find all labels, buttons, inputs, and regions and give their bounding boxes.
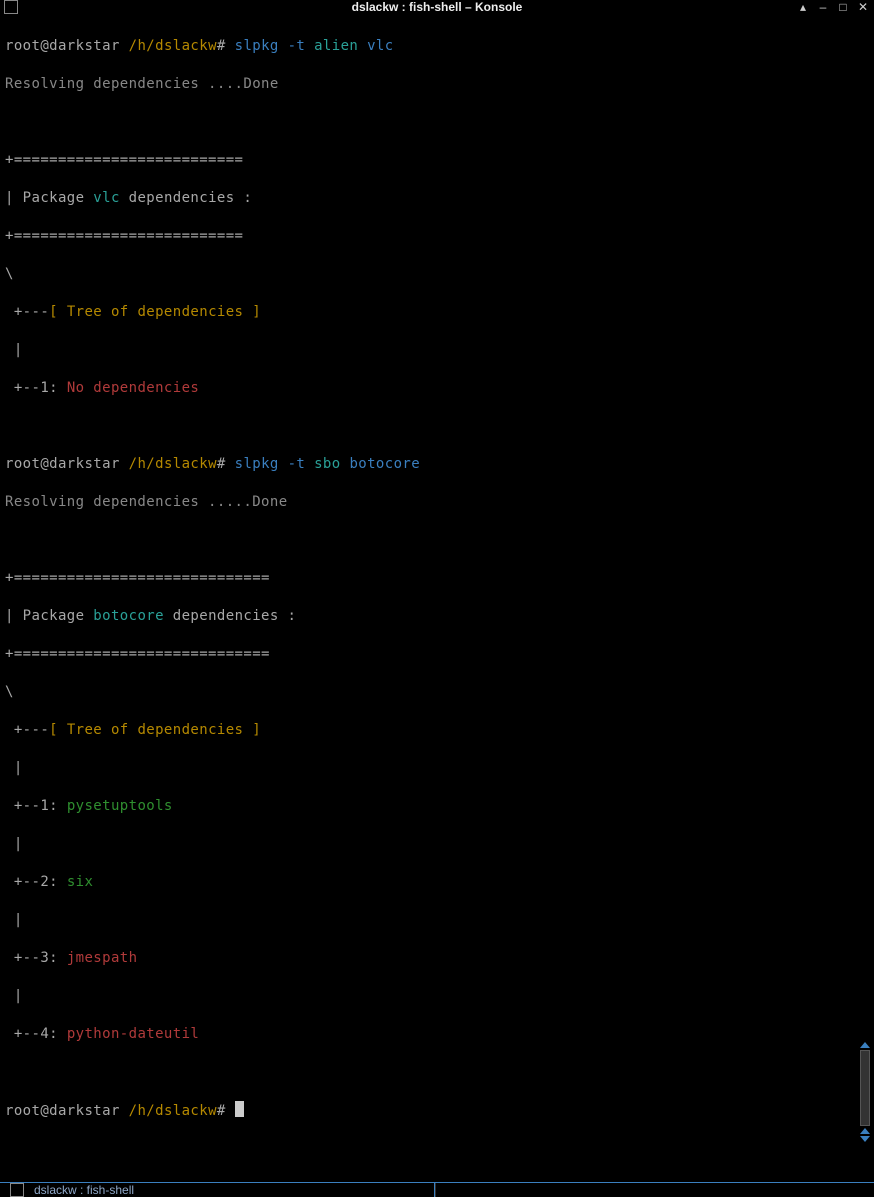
- terminal-line: root@darkstar /h/dslackw#: [5, 1101, 869, 1121]
- command-text: slpkg -t: [235, 456, 306, 472]
- prompt-symbol: #: [217, 456, 226, 472]
- new-tab-button[interactable]: [435, 1183, 465, 1197]
- output-line: +==========================: [5, 227, 869, 246]
- output-line: \: [5, 683, 869, 702]
- scroll-track[interactable]: [860, 1050, 870, 1126]
- terminal-viewport[interactable]: root@darkstar /h/dslackw# slpkg -t alien…: [0, 14, 874, 1182]
- package-name: botocore: [93, 608, 164, 624]
- scroll-up-icon[interactable]: [860, 1128, 870, 1134]
- window-controls: ▴ – □ ✕: [796, 0, 870, 14]
- output-line: +==========================: [5, 151, 869, 170]
- blank-line: [5, 417, 869, 436]
- blank-line: [5, 1063, 869, 1082]
- scroll-down-icon[interactable]: [860, 1136, 870, 1142]
- prompt-path: /h/dslackw: [129, 1103, 217, 1119]
- command-arg: vlc: [367, 38, 394, 54]
- command-arg: botocore: [349, 456, 420, 472]
- output-line: +--2: six: [5, 873, 869, 892]
- text: +--1:: [5, 798, 67, 814]
- output-line: +--4: python-dateutil: [5, 1025, 869, 1044]
- text: dependencies :: [164, 608, 296, 624]
- close-button[interactable]: ✕: [856, 0, 870, 14]
- prompt-path: /h/dslackw: [129, 456, 217, 472]
- text: +--3:: [5, 950, 67, 966]
- dependency: No dependencies: [67, 380, 199, 396]
- dependency: pysetuptools: [67, 798, 173, 814]
- prompt-user-host: root@darkstar: [5, 1103, 120, 1119]
- output-line: |: [5, 759, 869, 778]
- scrollbar[interactable]: [858, 1042, 872, 1142]
- output-line: \: [5, 265, 869, 284]
- output-line: | Package vlc dependencies :: [5, 189, 869, 208]
- text: +---: [5, 722, 49, 738]
- terminal-line: root@darkstar /h/dslackw# slpkg -t alien…: [5, 37, 869, 56]
- blank-line: [5, 113, 869, 132]
- dependency: six: [67, 874, 94, 890]
- output-line: | Package botocore dependencies :: [5, 607, 869, 626]
- terminal-icon: [10, 1183, 24, 1197]
- scroll-up-icon[interactable]: [860, 1042, 870, 1048]
- app-icon: [4, 0, 18, 14]
- text: | Package: [5, 608, 93, 624]
- prompt-symbol: #: [217, 1103, 226, 1119]
- prompt-symbol: #: [217, 38, 226, 54]
- tree-label: [ Tree of dependencies ]: [49, 304, 261, 320]
- command-arg: alien: [314, 38, 358, 54]
- text: dependencies :: [120, 190, 252, 206]
- dependency: jmespath: [67, 950, 138, 966]
- output-line: +--1: pysetuptools: [5, 797, 869, 816]
- tab-terminal[interactable]: dslackw : fish-shell: [0, 1183, 435, 1197]
- output-line: +--3: jmespath: [5, 949, 869, 968]
- text: | Package: [5, 190, 93, 206]
- output-line: +--1: No dependencies: [5, 379, 869, 398]
- output-line: Resolving dependencies .....Done: [5, 493, 869, 512]
- tab-bar: dslackw : fish-shell: [0, 1182, 874, 1197]
- dependency: python-dateutil: [67, 1026, 199, 1042]
- command-arg: sbo: [314, 456, 341, 472]
- cursor: [235, 1101, 244, 1117]
- command-text: slpkg -t: [235, 38, 306, 54]
- output-line: +---[ Tree of dependencies ]: [5, 303, 869, 322]
- output-line: +---[ Tree of dependencies ]: [5, 721, 869, 740]
- text: +--4:: [5, 1026, 67, 1042]
- output-line: +=============================: [5, 569, 869, 588]
- output-line: |: [5, 341, 869, 360]
- rollup-button[interactable]: ▴: [796, 0, 810, 14]
- output-line: |: [5, 835, 869, 854]
- text: +---: [5, 304, 49, 320]
- tree-label: [ Tree of dependencies ]: [49, 722, 261, 738]
- output-line: |: [5, 911, 869, 930]
- output-line: +=============================: [5, 645, 869, 664]
- terminal-line: root@darkstar /h/dslackw# slpkg -t sbo b…: [5, 455, 869, 474]
- blank-line: [5, 531, 869, 550]
- maximize-button[interactable]: □: [836, 0, 850, 14]
- prompt-path: /h/dslackw: [129, 38, 217, 54]
- tab-label: dslackw : fish-shell: [34, 1183, 134, 1197]
- text: +--2:: [5, 874, 67, 890]
- prompt-user-host: root@darkstar: [5, 38, 120, 54]
- output-line: |: [5, 987, 869, 1006]
- package-name: vlc: [93, 190, 120, 206]
- text: +--1:: [5, 380, 67, 396]
- window-title: dslackw : fish-shell – Konsole: [352, 0, 523, 14]
- output-line: Resolving dependencies ....Done: [5, 75, 869, 94]
- prompt-user-host: root@darkstar: [5, 456, 120, 472]
- minimize-button[interactable]: –: [816, 0, 830, 14]
- titlebar: dslackw : fish-shell – Konsole ▴ – □ ✕: [0, 0, 874, 14]
